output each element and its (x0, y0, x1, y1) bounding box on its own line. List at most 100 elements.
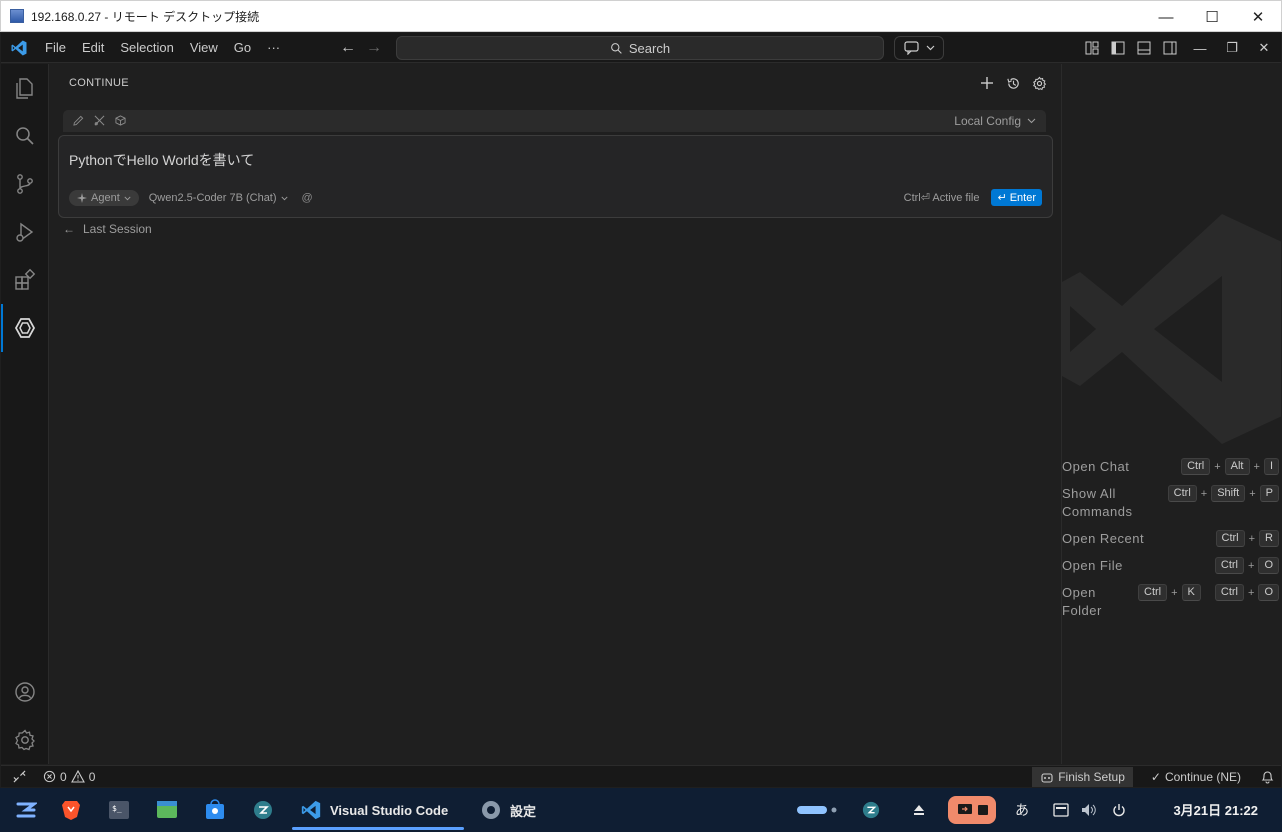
robot-icon (1041, 772, 1053, 783)
customize-layout-icon[interactable] (1079, 33, 1105, 63)
power-icon[interactable] (1108, 790, 1130, 830)
menu-view[interactable]: View (182, 33, 226, 63)
agent-label: Agent (91, 192, 120, 204)
screen-record-indicator[interactable] (946, 790, 998, 830)
config-selector[interactable]: Local Config (954, 110, 1036, 132)
continue-status-item[interactable]: ✓ Continue (NE) (1139, 770, 1253, 784)
os-taskbar: $_ Visual Studio Code 設定 あ 3月21日 21:22 (0, 788, 1282, 832)
account-icon[interactable] (1, 668, 49, 716)
menu-file[interactable]: File (37, 33, 74, 63)
manage-gear-icon[interactable] (1, 716, 49, 764)
back-arrow-icon: ← (63, 222, 75, 236)
panel-title: CONTINUE (69, 77, 129, 89)
last-session-label: Last Session (83, 222, 152, 236)
vscode-logo-icon (301, 800, 321, 820)
toggle-primary-sidebar-icon[interactable] (1105, 33, 1131, 63)
config-toolbar: Local Config (63, 110, 1046, 132)
keyboard-icon[interactable] (1050, 790, 1072, 830)
search-icon[interactable] (1, 112, 49, 160)
active-file-hint: Ctrl⏎ Active file (903, 192, 980, 204)
cube-icon[interactable] (115, 114, 126, 129)
menu-go[interactable]: Go (226, 33, 259, 63)
toggle-panel-icon[interactable] (1131, 33, 1157, 63)
settings-taskbar-label: 設定 (510, 803, 537, 819)
back-arrow-icon[interactable]: ← (339, 33, 357, 63)
vscode-titlebar: File Edit Selection View Go ··· ← → Sear… (1, 33, 1281, 63)
menu-more[interactable]: ··· (259, 33, 288, 63)
start-menu-icon[interactable] (10, 790, 42, 830)
minimize-window-button[interactable]: — (1143, 1, 1189, 33)
enter-label: Enter (1009, 191, 1036, 204)
source-control-icon[interactable] (1, 160, 49, 208)
explorer-icon[interactable] (1, 64, 49, 112)
minimize-icon[interactable]: — (1183, 33, 1217, 63)
edit-pencil-icon[interactable] (73, 114, 84, 129)
chevron-down-icon (1027, 118, 1036, 124)
continue-panel: CONTINUE Local Config PythonでHello World… (50, 64, 1060, 764)
finish-setup-label: Finish Setup (1058, 770, 1125, 784)
taskbar-settings[interactable]: 設定 (480, 790, 536, 830)
command-center-search[interactable]: Search (396, 36, 884, 60)
warning-count: 0 (88, 769, 96, 784)
continue-status-label: Continue (NE) (1164, 770, 1241, 784)
chat-input-box[interactable]: PythonでHello Worldを書いて Agent Qwen2.5-Cod… (58, 135, 1053, 218)
shortcut-open-recent[interactable]: Open Recent Ctrl + R (1062, 530, 1281, 548)
shortcut-list: Open Chat Ctrl + Alt + I Show All Commands… (1062, 458, 1281, 629)
sync-tray-icon[interactable] (860, 790, 882, 830)
close-icon[interactable]: ✕ (1247, 33, 1281, 63)
remote-indicator-icon[interactable] (1, 770, 37, 783)
activity-bar (1, 64, 49, 764)
vscode-taskbar-label: Visual Studio Code (330, 802, 449, 818)
extensions-icon[interactable] (1, 256, 49, 304)
shortcut-open-file[interactable]: Open File Ctrl + O (1062, 557, 1281, 575)
at-mention-icon[interactable]: @ (302, 192, 313, 204)
error-count: 0 (60, 769, 67, 784)
model-label: Qwen2.5-Coder 7B (Chat) (148, 192, 277, 204)
brave-browser-icon[interactable] (58, 790, 84, 830)
clock[interactable]: 3月21日 21:22 (1173, 800, 1258, 819)
check-icon: ✓ (1150, 770, 1161, 784)
forward-arrow-icon[interactable]: → (365, 33, 383, 63)
warning-icon (70, 770, 85, 783)
remote-desktop-titlebar: 192.168.0.27 - リモート デスクトップ接続 — ☐ ✕ (0, 0, 1282, 32)
chat-button[interactable] (894, 36, 944, 60)
ime-indicator[interactable]: あ (1012, 790, 1032, 830)
maximize-window-button[interactable]: ☐ (1189, 1, 1235, 33)
finish-setup-button[interactable]: Finish Setup (1032, 767, 1133, 787)
close-window-button[interactable]: ✕ (1235, 1, 1281, 33)
terminal-icon[interactable]: $_ (106, 790, 132, 830)
volume-icon[interactable] (1078, 790, 1100, 830)
file-manager-icon[interactable] (154, 790, 180, 830)
taskbar-vscode[interactable]: Visual Studio Code (292, 790, 464, 830)
last-session-link[interactable]: ← Last Session (63, 222, 152, 236)
battery-icon[interactable] (794, 790, 840, 830)
notifications-bell-icon[interactable] (1253, 770, 1281, 784)
enter-return-icon: ↵ (997, 192, 1007, 204)
run-debug-icon[interactable] (1, 208, 49, 256)
agent-mode-selector[interactable]: Agent (69, 190, 139, 206)
software-store-icon[interactable] (202, 790, 228, 830)
shortcut-open-chat[interactable]: Open Chat Ctrl + Alt + I (1062, 458, 1281, 476)
toggle-secondary-sidebar-icon[interactable] (1157, 33, 1183, 63)
tools-icon[interactable] (94, 114, 105, 129)
sparkle-icon (77, 193, 87, 203)
new-session-icon[interactable] (978, 73, 996, 93)
model-selector[interactable]: Qwen2.5-Coder 7B (Chat) (149, 192, 288, 204)
chat-input-text[interactable]: PythonでHello Worldを書いて (69, 150, 254, 170)
shortcut-show-all-commands[interactable]: Show All Commands Ctrl + Shift + P (1062, 485, 1281, 521)
history-icon[interactable] (1004, 73, 1022, 93)
problems-indicator[interactable]: 0 0 (43, 770, 95, 784)
continue-icon[interactable] (1, 304, 49, 352)
shortcut-open-folder[interactable]: Open Folder Ctrl + K Ctrl + O (1062, 584, 1281, 620)
eject-icon[interactable] (908, 790, 930, 830)
settings-gear-icon[interactable] (1030, 73, 1048, 93)
restore-icon[interactable]: ❐ (1217, 33, 1247, 63)
chevron-down-icon (124, 196, 131, 200)
stop-icon (977, 805, 988, 815)
error-icon (43, 770, 56, 783)
enter-submit-button[interactable]: ↵ Enter (991, 189, 1042, 206)
sync-app-icon[interactable] (250, 790, 276, 830)
menu-edit[interactable]: Edit (74, 33, 112, 63)
vscode-logo-icon (1, 39, 37, 57)
menu-selection[interactable]: Selection (112, 33, 181, 63)
